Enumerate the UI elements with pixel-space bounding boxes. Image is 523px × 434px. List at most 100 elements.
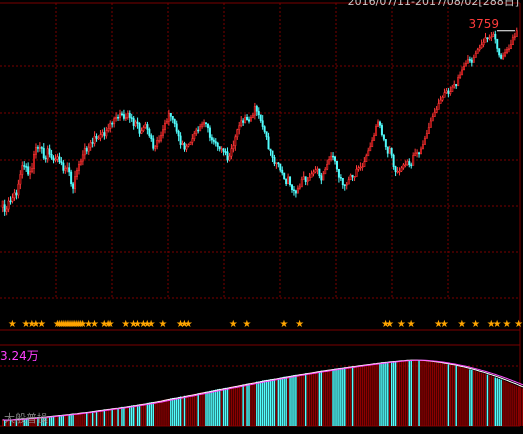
candle-body — [437, 103, 440, 110]
volume-bar — [115, 407, 117, 426]
candle-body — [251, 114, 254, 118]
candle-body — [279, 163, 282, 171]
volume-bar — [426, 361, 428, 426]
candle-body — [101, 132, 104, 135]
candle-body — [269, 148, 272, 152]
candle-body — [416, 152, 419, 154]
volume-bar — [461, 367, 463, 426]
chart-canvas[interactable]: ★ ★★★★ ★★★★★★★★★★★★★★★★ ★★★ ★★★★★★ ★ ★★★ ★ ★ ★ ★ ★★… — [0, 0, 523, 430]
candle-body — [185, 145, 188, 150]
candle-body — [56, 156, 59, 160]
candlestick-series — [1, 27, 518, 216]
signal-star: ★ — [397, 319, 406, 330]
candle-body — [318, 168, 321, 176]
volume-bar — [351, 366, 354, 426]
stock-chart[interactable]: ★ ★ ★ ★ ★ ★ ★ ★ ★ ★ ★ ★ ★ ★ ★ ★ ★ ★ ★ ★ ★ ★ ★ ★ ★ ★ ★ ★ ★ ★ ★ ★ ★ ★ ★ ★ ★ ★ ★ ★… — [0, 0, 523, 430]
candle-body — [289, 176, 292, 186]
candle-body — [224, 151, 227, 153]
volume-bar — [310, 372, 313, 426]
volume-bar — [127, 406, 129, 426]
candle-body — [484, 37, 487, 43]
candle-body — [371, 140, 374, 148]
volume-bar — [322, 370, 325, 426]
last-price-label: 3759 — [468, 17, 499, 31]
candle-body — [38, 147, 41, 149]
candle-body — [367, 150, 370, 157]
volume-bar — [91, 411, 94, 426]
volume-bar — [451, 365, 454, 426]
volume-bar — [62, 414, 65, 426]
candle-body — [457, 77, 460, 87]
volume-bar — [512, 384, 514, 426]
volume-bar — [260, 381, 262, 426]
volume-bar — [514, 385, 516, 426]
volume-bar — [289, 375, 291, 426]
volume-bar — [246, 383, 248, 426]
candle-body — [335, 160, 338, 170]
volume-bar — [453, 365, 455, 426]
candle-body — [429, 120, 432, 128]
volume-bar — [486, 374, 489, 426]
candle-body — [500, 54, 503, 59]
volume-bar — [217, 389, 219, 426]
volume-bar — [199, 392, 201, 426]
candle-body — [21, 165, 24, 175]
volume-bar — [314, 371, 317, 426]
candle-body — [142, 127, 145, 131]
candle-body — [42, 148, 45, 159]
candle-body — [439, 99, 442, 104]
volume-bar — [355, 365, 358, 426]
volume-bar — [285, 376, 287, 426]
candle-body — [162, 129, 164, 136]
candle-body — [328, 158, 331, 165]
candle-body — [171, 116, 174, 120]
candle-body — [62, 162, 65, 171]
signal-star: ★ — [457, 319, 466, 330]
candle-body — [244, 116, 247, 123]
candle-body — [144, 124, 147, 128]
volume-bar — [172, 397, 174, 426]
candle-body — [334, 156, 336, 162]
volume-bar — [306, 373, 309, 426]
candle-body — [70, 171, 73, 185]
volume-bar — [269, 379, 272, 426]
volume-bar — [430, 361, 432, 426]
candle-body — [109, 122, 112, 129]
volume-bar — [174, 397, 176, 426]
candle-body — [201, 123, 204, 127]
candle-body — [418, 152, 421, 155]
candle-body — [502, 55, 505, 59]
candle-body — [310, 173, 313, 178]
volume-bar — [377, 362, 379, 426]
volume-bar — [478, 372, 481, 426]
candle-body — [120, 113, 123, 116]
volume-bar — [187, 395, 190, 426]
candle-body — [31, 168, 34, 172]
candle-body — [226, 151, 229, 161]
volume-bar — [97, 410, 100, 426]
candle-body — [285, 178, 288, 185]
candle-body — [181, 143, 184, 145]
candle-body — [173, 119, 176, 125]
volume-bar — [86, 412, 88, 426]
candle-body — [425, 133, 428, 139]
candle-body — [506, 49, 508, 53]
candle-body — [378, 121, 381, 126]
volume-bar — [469, 369, 471, 426]
candle-body — [214, 141, 217, 144]
candle-body — [115, 116, 118, 120]
candle-body — [93, 135, 96, 144]
candle-body — [175, 123, 178, 132]
volume-bar — [361, 364, 364, 426]
volume-bar — [402, 360, 405, 426]
volume-bar — [371, 363, 373, 426]
candle-body — [343, 184, 346, 187]
candle-body — [463, 65, 465, 71]
volume-bar — [357, 365, 360, 426]
volume-bars — [2, 360, 523, 426]
candle-body — [19, 174, 22, 185]
volume-bar — [428, 361, 430, 426]
volume-bar — [166, 399, 168, 426]
volume-bar — [261, 380, 264, 426]
candle-body — [60, 161, 63, 164]
